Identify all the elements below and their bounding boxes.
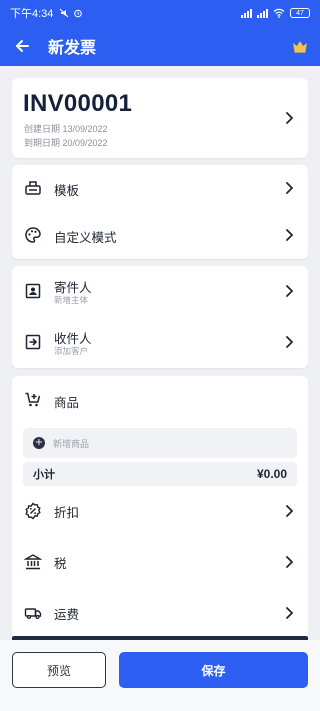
items-title: 商品 (54, 395, 80, 410)
plus-icon: + (33, 437, 45, 449)
save-label: 保存 (201, 663, 226, 678)
truck-icon (24, 604, 42, 622)
shipping-label: 运费 (54, 607, 80, 622)
invoice-number: INV00001 (23, 90, 133, 117)
settings-card: 模板 自定义模式 (12, 165, 308, 259)
page-title: 新发票 (48, 38, 97, 57)
invoice-info-card[interactable]: INV00001 创建日期 13/09/2022 到期日期 20/09/2022 (12, 78, 308, 158)
subtotal-label: 小计 (33, 468, 55, 481)
back-button[interactable] (0, 26, 44, 66)
chevron-right-icon (284, 504, 294, 518)
mute-icon (60, 8, 69, 18)
bank-icon (24, 553, 42, 571)
palette-icon (24, 226, 42, 244)
recipient-row[interactable]: 收件人 添加客户 (12, 317, 308, 368)
chevron-right-icon (284, 606, 294, 620)
add-cart-icon (24, 391, 42, 409)
recipient-sub: 添加客户 (54, 347, 89, 357)
crown-icon (293, 41, 307, 53)
add-item-button[interactable]: + 新增商品 (23, 428, 297, 458)
back-arrow-icon (16, 40, 29, 52)
bottom-action-bar: 预览 保存 (0, 640, 320, 711)
chevron-right-icon (284, 181, 294, 195)
battery-icon: 47 (290, 8, 310, 18)
chevron-right-icon (284, 335, 294, 349)
preview-button[interactable]: 预览 (12, 652, 106, 688)
items-header: 商品 (12, 376, 308, 424)
template-label: 模板 (54, 183, 80, 198)
items-card: 商品 + 新增商品 小计 ¥0.00 折扣 税 运费 (12, 376, 308, 640)
add-item-label: 新增商品 (53, 439, 90, 450)
custom-mode-row[interactable]: 自定义模式 (12, 212, 308, 259)
discount-label: 折扣 (54, 505, 80, 520)
chevron-right-icon (284, 284, 294, 298)
save-button[interactable]: 保存 (119, 652, 308, 688)
chevron-right-icon (284, 555, 294, 569)
contact-card-icon (24, 282, 42, 300)
tax-row[interactable]: 税 (12, 539, 308, 585)
alarm-icon (74, 9, 83, 18)
status-right-icons: 47 (241, 8, 310, 18)
sender-sub: 新增主体 (54, 296, 89, 306)
template-row[interactable]: 模板 (12, 165, 308, 212)
template-icon (24, 179, 42, 197)
custom-mode-label: 自定义模式 (54, 230, 117, 245)
preview-label: 预览 (46, 663, 71, 678)
status-time: 下午4:34 (10, 8, 54, 20)
status-bar: 下午4:34 47 (0, 0, 320, 26)
sender-row[interactable]: 寄件人 新增主体 (12, 266, 308, 317)
due-date: 到期日期 20/09/2022 (24, 138, 108, 148)
status-left-icons (59, 8, 83, 18)
subtotal-row: 小计 ¥0.00 (23, 462, 297, 486)
chevron-right-icon (284, 228, 294, 242)
created-date: 创建日期 13/09/2022 (24, 124, 108, 134)
signal-icon (241, 8, 252, 18)
wifi-icon (273, 8, 285, 18)
app-bar: 新发票 (0, 26, 320, 66)
discount-row[interactable]: 折扣 (12, 488, 308, 534)
shipping-row[interactable]: 运费 (12, 590, 308, 636)
discount-icon (24, 502, 42, 520)
parties-card: 寄件人 新增主体 收件人 添加客户 (12, 266, 308, 368)
tax-label: 税 (54, 556, 67, 571)
battery-level: 47 (296, 9, 304, 17)
chevron-right-icon (284, 111, 294, 125)
login-icon (24, 333, 42, 351)
subtotal-value: ¥0.00 (256, 467, 287, 481)
signal-icon (257, 8, 268, 18)
premium-button[interactable] (280, 26, 320, 66)
